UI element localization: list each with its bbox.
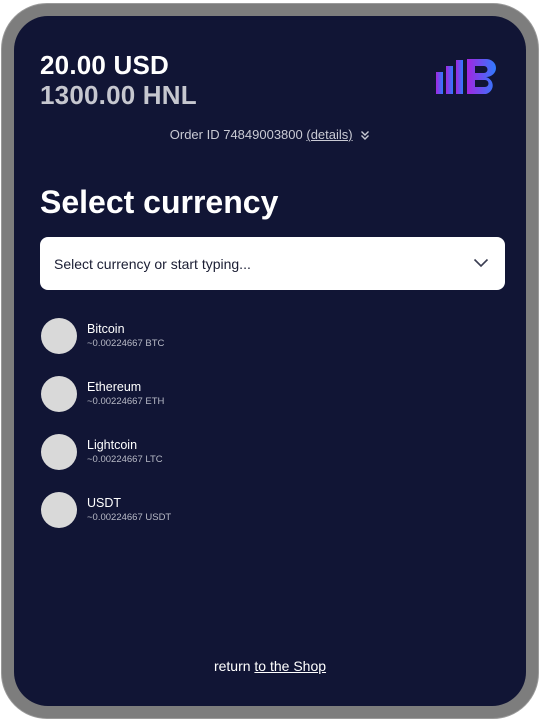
order-details-link[interactable]: (details) — [306, 127, 352, 142]
currency-select[interactable]: Select currency or start typing... — [40, 237, 505, 290]
currency-select-placeholder: Select currency or start typing... — [54, 255, 251, 272]
device-frame: 20.00 USD 1300.00 HNL Order ID 748490038… — [1, 3, 539, 719]
currency-option-usdt[interactable]: USDT ~0.00224667 USDT — [40, 492, 340, 550]
footer: return to the Shop — [14, 658, 526, 674]
currency-rate: ~0.00224667 ETH — [87, 396, 165, 407]
coin-icon — [41, 376, 77, 412]
currency-option-bitcoin[interactable]: Bitcoin ~0.00224667 BTC — [40, 318, 340, 376]
order-row: Order ID 74849003800 (details) — [14, 127, 526, 144]
coin-icon — [41, 318, 77, 354]
order-id-prefix: Order ID — [169, 127, 220, 142]
payment-screen: 20.00 USD 1300.00 HNL Order ID 748490038… — [14, 16, 526, 706]
currency-rate: ~0.00224667 LTC — [87, 454, 163, 465]
brand-logo-icon — [436, 59, 496, 94]
currency-rate: ~0.00224667 BTC — [87, 338, 165, 349]
order-id-value: 74849003800 — [223, 127, 303, 142]
amount-secondary: 1300.00 HNL — [40, 80, 197, 110]
currency-rate: ~0.00224667 USDT — [87, 512, 172, 523]
currency-name: Lightcoin — [87, 438, 138, 452]
double-chevron-down-icon[interactable] — [360, 129, 370, 144]
currency-name: Bitcoin — [87, 322, 125, 336]
coin-icon — [41, 492, 77, 528]
currency-option-lightcoin[interactable]: Lightcoin ~0.00224667 LTC — [40, 434, 340, 492]
coin-icon — [41, 434, 77, 470]
amount-primary: 20.00 USD — [40, 50, 169, 80]
currency-name: USDT — [87, 496, 122, 510]
currency-option-ethereum[interactable]: Ethereum ~0.00224667 ETH — [40, 376, 340, 434]
currency-list: Bitcoin ~0.00224667 BTC Ethereum ~0.0022… — [40, 318, 340, 550]
return-text: return — [213, 658, 251, 674]
page-title: Select currency — [40, 184, 279, 220]
chevron-down-icon — [473, 255, 489, 273]
return-to-shop-link[interactable]: to the Shop — [254, 658, 326, 674]
currency-name: Ethereum — [87, 380, 142, 394]
